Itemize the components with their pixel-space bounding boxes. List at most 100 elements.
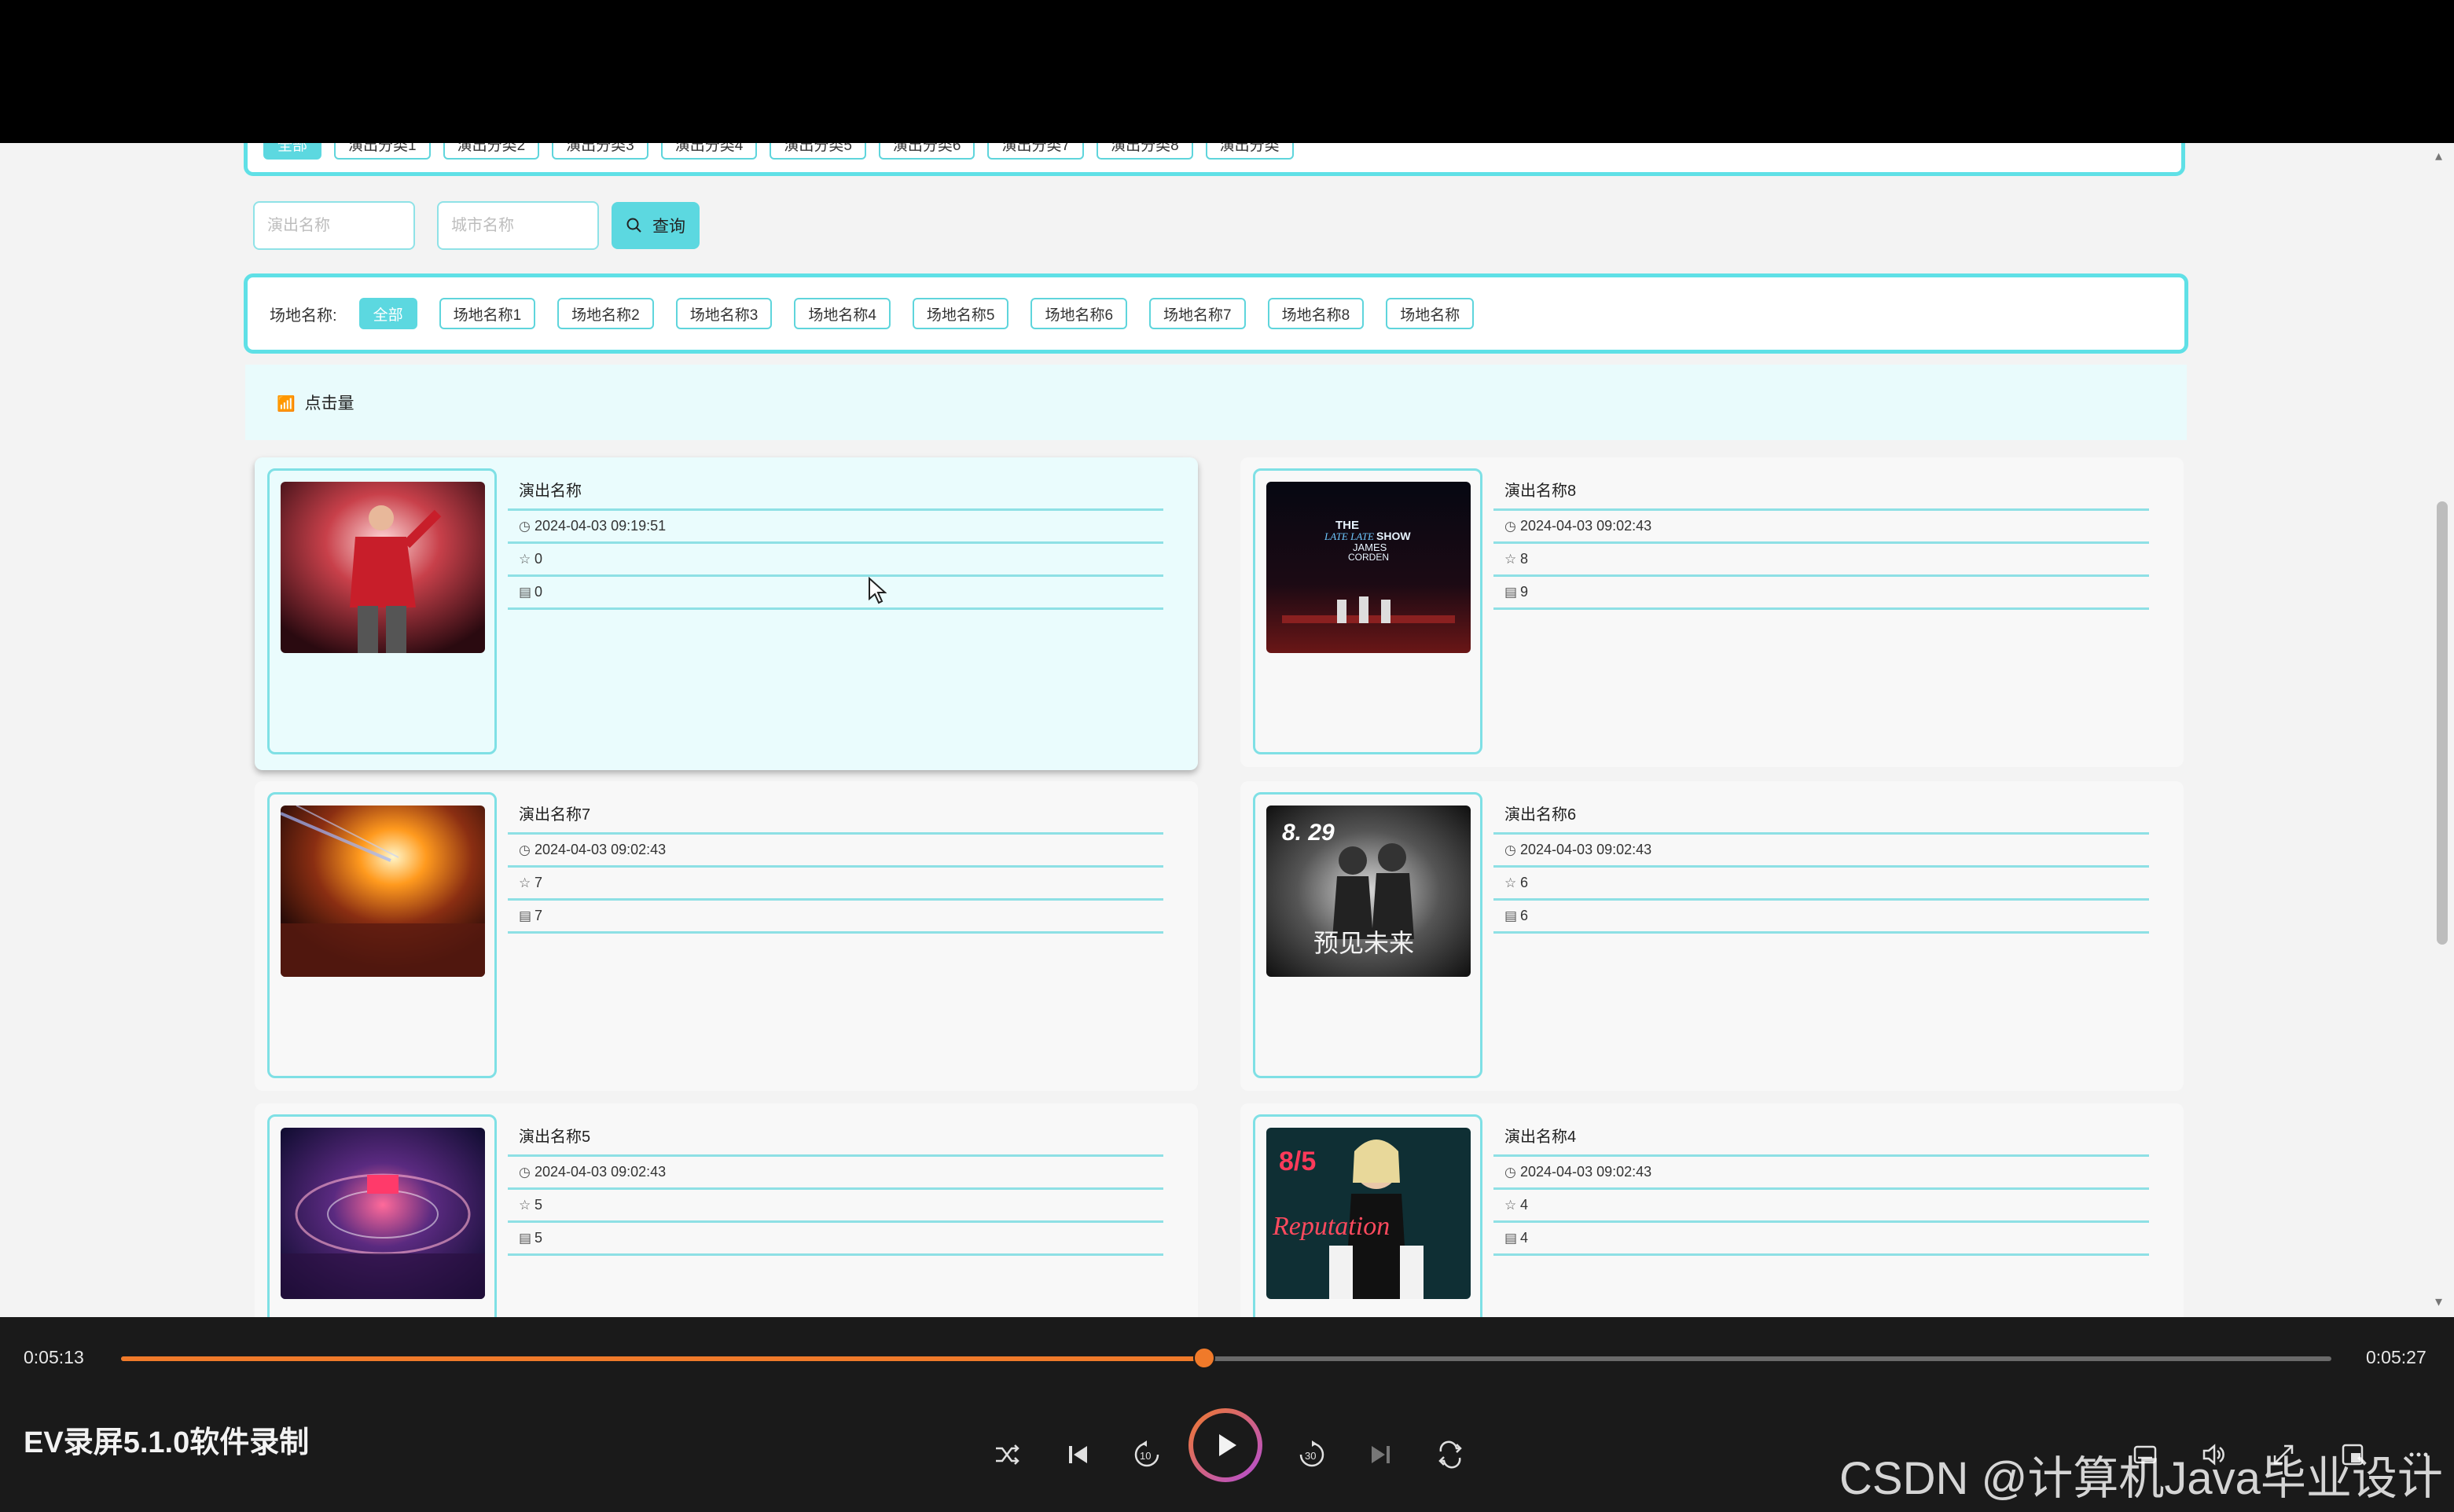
venue-chip-9[interactable]: 场地名称 [1386, 298, 1475, 329]
show-comments-row: ▤ 7 [508, 901, 1163, 934]
show-comments: 0 [535, 584, 543, 600]
venue-chip-5[interactable]: 场地名称5 [912, 298, 1009, 329]
show-comments-row: ▤ 4 [1493, 1223, 2149, 1256]
show-thumbnail[interactable]: THE LATE LATE SHOW JAMES CORDEN [1266, 482, 1471, 653]
play-icon [1219, 1434, 1236, 1456]
show-info: 演出名称6 ◷ 2024-04-03 09:02:43 ☆ 6 ▤ 6 [1493, 794, 2149, 934]
show-datetime: 2024-04-03 09:19:51 [535, 518, 667, 534]
total-time: 0:05:27 [2366, 1347, 2426, 1367]
city-name-input[interactable] [437, 201, 599, 250]
play-button[interactable] [1188, 1408, 1262, 1482]
clock-icon: ◷ [1504, 1164, 1516, 1180]
category-chip-1[interactable]: 演出分类1 [334, 143, 431, 160]
show-datetime: 2024-04-03 09:02:43 [535, 842, 667, 857]
show-thumbnail[interactable]: 8/5 Reputation [1266, 1128, 1471, 1299]
star-icon: ☆ [519, 1197, 531, 1213]
show-likes-row: ☆ 7 [508, 868, 1163, 901]
previous-track-icon[interactable] [1058, 1435, 1097, 1474]
top-black-bar [0, 0, 2454, 143]
star-icon: ☆ [519, 875, 531, 890]
category-chip-all[interactable]: 全部 [263, 143, 322, 160]
show-title: 演出名称6 [1493, 794, 2149, 835]
show-thumbnail[interactable]: 8. 29 预见未来 [1266, 806, 1471, 977]
show-card[interactable]: 8/5 Reputation 演出名称4 ◷ 2024-04-03 09:02:4… [1240, 1103, 2184, 1317]
venue-filter-label: 场地名称: [270, 306, 337, 325]
next-track-icon[interactable] [1361, 1435, 1401, 1474]
show-title: 演出名称8 [1493, 470, 2149, 511]
show-likes-row: ☆ 0 [508, 544, 1163, 577]
venue-filter: 场地名称: 全部 场地名称1 场地名称2 场地名称3 场地名称4 场地名称5 场… [244, 273, 2188, 354]
arena-lights-image [281, 806, 485, 977]
show-title: 演出名称7 [508, 794, 1163, 835]
show-info: 演出名称8 ◷ 2024-04-03 09:02:43 ☆ 8 ▤ 9 [1493, 470, 2149, 610]
sort-by-clicks[interactable]: 📶 点击量 [277, 391, 355, 414]
shuffle-icon[interactable] [987, 1435, 1027, 1474]
scroll-up-icon[interactable]: ▴ [2435, 148, 2442, 164]
venue-chip-7[interactable]: 场地名称7 [1149, 298, 1246, 329]
venue-chip-4[interactable]: 场地名称4 [794, 298, 891, 329]
venue-chip-8[interactable]: 场地名称8 [1267, 298, 1365, 329]
search-row: 查询 [253, 201, 700, 250]
show-likes: 5 [535, 1197, 543, 1213]
show-comments-row: ▤ 9 [1493, 577, 2149, 610]
poster-title: 预见未来 [1313, 928, 1414, 958]
comment-icon: ▤ [1504, 908, 1518, 923]
show-comments-row: ▤ 6 [1493, 901, 2149, 934]
search-icon [626, 218, 641, 233]
show-comments-row: ▤ 5 [508, 1223, 1163, 1256]
sort-bar: 📶 点击量 [245, 365, 2187, 440]
show-thumbnail[interactable] [281, 1128, 485, 1299]
venue-chip-2[interactable]: 场地名称2 [557, 298, 654, 329]
scrollbar-thumb[interactable] [2437, 501, 2448, 945]
show-info: 演出名称5 ◷ 2024-04-03 09:02:43 ☆ 5 ▤ 5 [508, 1116, 1163, 1256]
thumbnail-frame: 8/5 Reputation [1253, 1114, 1482, 1317]
mouse-cursor-icon [869, 577, 887, 604]
venue-chip-3[interactable]: 场地名称3 [675, 298, 773, 329]
category-chip-5[interactable]: 演出分类5 [770, 143, 866, 160]
show-comments-row: ▤ 0 [508, 577, 1163, 610]
show-card[interactable]: THE LATE LATE SHOW JAMES CORDEN 演出名称8 ◷ 2… [1240, 457, 2184, 767]
star-icon: ☆ [519, 551, 531, 567]
show-info: 演出名称4 ◷ 2024-04-03 09:02:43 ☆ 4 ▤ 4 [1493, 1116, 2149, 1256]
show-card[interactable]: 演出名称 ◷ 2024-04-03 09:19:51 ☆ 0 ▤ 0 [255, 457, 1198, 770]
progress-knob[interactable] [1192, 1347, 1215, 1369]
show-card[interactable]: 演出名称7 ◷ 2024-04-03 09:02:43 ☆ 7 ▤ 7 [255, 781, 1198, 1091]
show-name-input[interactable] [253, 201, 415, 250]
show-card[interactable]: 8. 29 预见未来 演出名称6 ◷ 2024-04-03 09:02:43 ☆ 6… [1240, 781, 2184, 1091]
category-chip-9[interactable]: 演出分类 [1205, 143, 1294, 160]
clock-icon: ◷ [519, 518, 531, 534]
scroll-down-icon[interactable]: ▾ [2435, 1294, 2442, 1310]
poster-date: 8. 29 [1282, 820, 1335, 846]
show-comments: 7 [535, 908, 543, 923]
category-chip-2[interactable]: 演出分类2 [443, 143, 540, 160]
recording-title: EV录屏5.1.0软件录制 [24, 1426, 310, 1459]
show-comments: 4 [1520, 1230, 1529, 1246]
star-icon: ☆ [1504, 551, 1517, 567]
show-thumbnail[interactable] [281, 482, 485, 653]
forward-30-icon[interactable]: 30 [1292, 1435, 1332, 1474]
category-chip-6[interactable]: 演出分类6 [878, 143, 975, 160]
rewind-10-icon[interactable]: 10 [1127, 1435, 1166, 1474]
venue-chip-1[interactable]: 场地名称1 [439, 298, 536, 329]
show-card[interactable]: 演出名称5 ◷ 2024-04-03 09:02:43 ☆ 5 ▤ 5 [255, 1103, 1198, 1317]
comment-icon: ▤ [1504, 584, 1518, 600]
csdn-watermark: CSDN @计算机Java毕业设计 [1839, 1453, 2443, 1504]
category-chip-7[interactable]: 演出分类7 [987, 143, 1085, 160]
category-filter: 全部 演出分类1 演出分类2 演出分类3 演出分类4 演出分类5 演出分类6 演… [244, 143, 2185, 176]
show-info: 演出名称 ◷ 2024-04-03 09:19:51 ☆ 0 ▤ 0 [508, 470, 1163, 610]
show-thumbnail[interactable] [281, 806, 485, 977]
venue-chip-6[interactable]: 场地名称6 [1030, 298, 1128, 329]
page-scrollbar[interactable]: ▴ ▾ [2427, 143, 2454, 1317]
venue-chip-all[interactable]: 全部 [358, 298, 417, 329]
progress-bar[interactable] [121, 1347, 2331, 1369]
singer-red-jacket-image [281, 482, 485, 653]
category-chip-8[interactable]: 演出分类8 [1097, 143, 1193, 160]
category-chip-3[interactable]: 演出分类3 [552, 143, 648, 160]
show-comments: 9 [1520, 584, 1529, 600]
show-likes: 0 [535, 551, 543, 567]
repeat-icon[interactable] [1431, 1435, 1470, 1474]
query-button[interactable]: 查询 [612, 202, 700, 249]
svg-text:30: 30 [1305, 1450, 1316, 1462]
show-likes-row: ☆ 8 [1493, 544, 2149, 577]
category-chip-4[interactable]: 演出分类4 [660, 143, 758, 160]
